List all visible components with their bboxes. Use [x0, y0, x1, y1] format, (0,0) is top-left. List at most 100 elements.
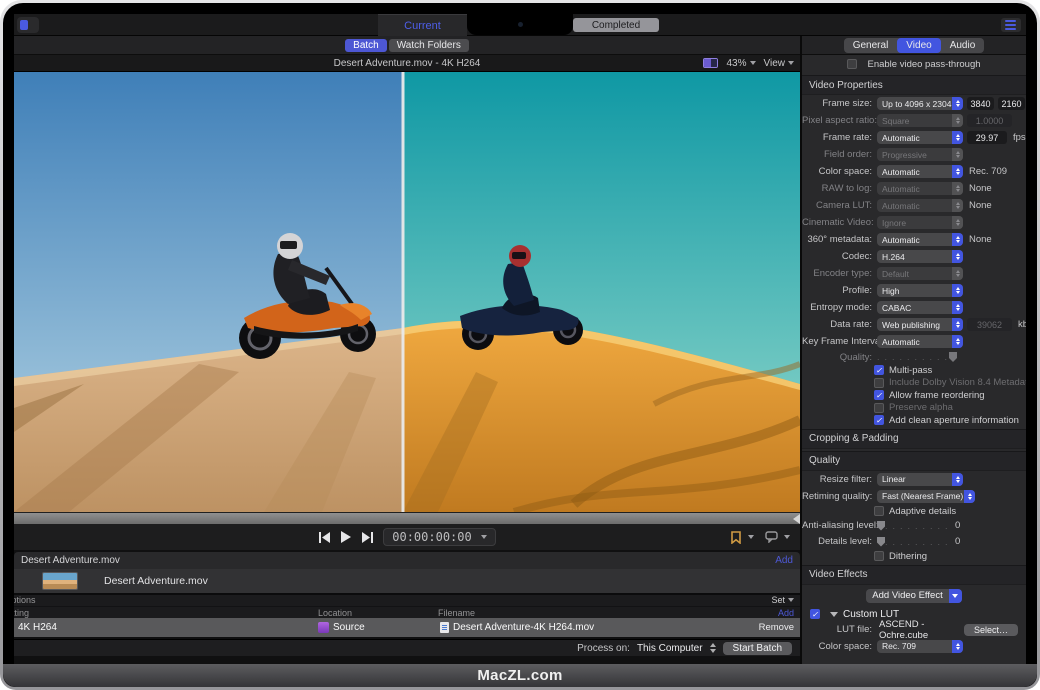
frame-reordering-checkbox[interactable] — [874, 390, 884, 400]
start-batch-button[interactable]: Start Batch — [723, 642, 792, 655]
frame-width-field[interactable]: 3840 — [967, 97, 994, 110]
split-view-icon[interactable] — [703, 58, 718, 68]
data-rate-label: Data rate: — [802, 319, 872, 330]
display-notch — [467, 14, 573, 35]
data-rate-select[interactable]: Web publishing — [877, 318, 963, 331]
camera-lut-label: Camera LUT: — [802, 200, 872, 211]
source-row[interactable]: Desert Adventure.mov — [14, 569, 800, 595]
timecode-display[interactable]: 00:00:00:00 — [383, 528, 495, 546]
remove-output-button[interactable]: Remove — [759, 622, 794, 633]
raw-to-log-label: RAW to log: — [802, 183, 872, 194]
play-button[interactable] — [340, 531, 352, 543]
color-space-label: Color space: — [802, 166, 872, 177]
passthrough-label: Enable video pass-through — [867, 59, 980, 70]
passthrough-checkbox[interactable] — [847, 59, 857, 69]
output-row-selected[interactable]: 4K H264 Source Desert Adventure-4K H264.… — [14, 618, 800, 637]
tab-audio[interactable]: Audio — [941, 38, 985, 53]
tab-general[interactable]: General — [844, 38, 898, 53]
field-order-label: Field order: — [802, 149, 872, 160]
captions-label: Captions — [14, 595, 36, 605]
lut-color-space-label: Color space: — [802, 641, 872, 652]
window-toolbar: Current Completed — [14, 14, 1026, 36]
screen: Current Completed Batch Watch Folders De… — [14, 14, 1026, 664]
cinematic-label: Cinematic Video: — [802, 217, 872, 228]
preserve-alpha-label: Preserve alpha — [889, 402, 953, 413]
location-folder-icon — [318, 622, 329, 633]
section-cropping-padding[interactable]: Cropping & Padding — [802, 429, 1026, 449]
captions-menu[interactable] — [765, 531, 790, 543]
add-output-link[interactable]: Add — [778, 608, 794, 618]
timeline-scrubber[interactable] — [14, 512, 800, 524]
profile-select[interactable]: High — [877, 284, 963, 297]
pixel-aspect-select: Square — [877, 114, 963, 127]
frame-rate-field[interactable]: 29.97 — [967, 131, 1007, 144]
resize-filter-select[interactable]: Linear — [877, 473, 963, 486]
color-space-select[interactable]: Automatic — [877, 165, 963, 178]
mode-tabstrip: Batch Watch Folders — [14, 36, 800, 55]
keyframe-interval-select[interactable]: Automatic — [877, 335, 963, 348]
view-dropdown[interactable]: View — [764, 58, 795, 69]
stepper-icon — [952, 199, 963, 212]
section-quality[interactable]: Quality — [802, 451, 1026, 471]
details-level-slider-thumb[interactable] — [877, 537, 885, 547]
captions-row: Captions Set — [14, 595, 800, 606]
toolbar-stub-icon[interactable] — [17, 17, 39, 33]
preview-viewport[interactable] — [14, 72, 800, 512]
playhead-icon[interactable] — [793, 514, 800, 524]
dolby-vision-checkbox — [874, 378, 884, 388]
camera-lut-note: None — [969, 200, 992, 211]
entropy-mode-select[interactable]: CABAC — [877, 301, 963, 314]
frame-size-select[interactable]: Up to 4096 x 2304 — [877, 97, 963, 110]
chevron-down-icon — [788, 598, 794, 602]
lut-color-space-select[interactable]: Rec. 709 — [877, 640, 963, 653]
process-on-value[interactable]: This Computer — [637, 643, 703, 654]
laptop-frame: Current Completed Batch Watch Folders De… — [0, 0, 1040, 690]
retiming-quality-select[interactable]: Fast (Nearest Frame) — [877, 490, 975, 503]
source-name: Desert Adventure.mov — [104, 575, 208, 587]
field-order-select: Progressive — [877, 148, 963, 161]
set-language-button[interactable]: Set — [771, 595, 794, 605]
anti-aliasing-slider-track[interactable]: ......... — [885, 521, 947, 531]
tab-completed[interactable]: Completed — [573, 18, 659, 32]
stepper-icon — [952, 267, 963, 280]
details-level-slider-track[interactable]: ......... — [885, 537, 947, 547]
inspector-toggle-icon[interactable] — [1001, 18, 1021, 32]
tab-batch[interactable]: Batch — [345, 39, 387, 52]
frame-height-field[interactable]: 2160 — [998, 97, 1025, 110]
entropy-mode-label: Entropy mode: — [802, 302, 872, 313]
clean-aperture-checkbox[interactable] — [874, 415, 884, 425]
add-video-effect-button[interactable]: Add Video Effect — [866, 589, 961, 603]
output-filename: Desert Adventure-4K H264.mov — [453, 622, 594, 633]
chevron-down-icon — [949, 589, 962, 603]
multipass-checkbox[interactable] — [874, 365, 884, 375]
raw-to-log-note: None — [969, 183, 992, 194]
marker-menu[interactable] — [730, 531, 754, 544]
frame-rate-select[interactable]: Automatic — [877, 131, 963, 144]
stepper-icon[interactable] — [710, 643, 716, 653]
left-pane: Batch Watch Folders Desert Adventure.mov… — [14, 36, 800, 664]
add-output-link[interactable]: Add — [775, 555, 793, 566]
column-filename: Filename — [438, 608, 475, 618]
dithering-checkbox[interactable] — [874, 551, 884, 561]
adaptive-details-checkbox[interactable] — [874, 506, 884, 516]
frame-reordering-label: Allow frame reordering — [889, 390, 985, 401]
tab-watch-folders[interactable]: Watch Folders — [389, 39, 469, 52]
preserve-alpha-checkbox — [874, 403, 884, 413]
tab-current[interactable]: Current — [378, 14, 467, 36]
codec-select[interactable]: H.264 — [877, 250, 963, 263]
go-to-end-button[interactable] — [361, 532, 374, 543]
lut-select-button[interactable]: Select… — [964, 624, 1018, 636]
custom-lut-checkbox[interactable] — [810, 609, 820, 619]
metadata-360-select[interactable]: Automatic — [877, 233, 963, 246]
go-to-start-button[interactable] — [318, 532, 331, 543]
disclosure-triangle-icon[interactable] — [830, 612, 838, 617]
stepper-icon — [952, 640, 963, 653]
codec-label: Codec: — [802, 251, 872, 262]
multipass-label: Multi-pass — [889, 365, 932, 376]
zoom-level-dropdown[interactable]: 43% — [726, 58, 755, 69]
profile-label: Profile: — [802, 285, 872, 296]
stepper-icon — [952, 318, 963, 331]
tab-video[interactable]: Video — [897, 38, 940, 53]
frame-size-label: Frame size: — [802, 98, 872, 109]
data-rate-unit: kbps — [1018, 319, 1026, 330]
